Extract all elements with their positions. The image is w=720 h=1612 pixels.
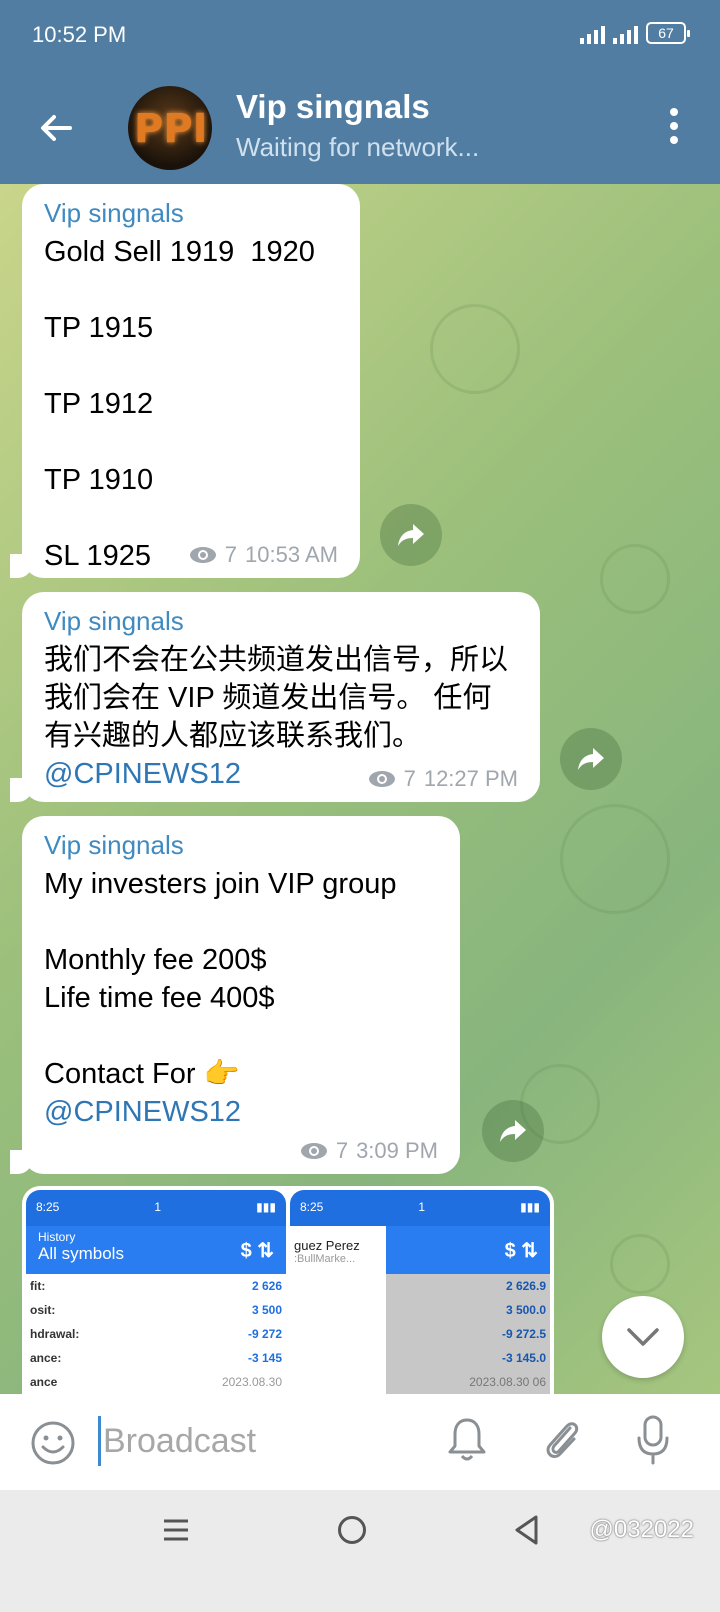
photo-popup-name: guez Perez [294,1238,360,1253]
battery-icon: 67 [646,22,690,44]
photo-title: All symbols [38,1244,124,1263]
photo-time: 8:25 [36,1200,60,1214]
chat-title[interactable]: Vip singnals [236,88,430,126]
message-bubble[interactable]: Vip singnals Gold Sell 1919 1920 TP 1915… [10,184,360,578]
message-text: My investers join VIP group Monthly fee … [44,868,397,1090]
view-count: 7 [335,1138,349,1163]
status-time: 10:52 PM [32,22,127,47]
views-eye-icon [368,771,395,787]
chat-header: PPI Vip singnals Waiting for network... [0,72,720,184]
photo-signal-icon: ▮▮▮ [256,1200,276,1214]
media-album[interactable]: 8:25 1 ▮▮▮ History All symbols $ ⇅ fit: 2… [22,1186,554,1426]
views-eye-icon [189,547,216,563]
message-time: 12:27 PM [423,766,518,791]
scroll-to-bottom-button[interactable] [602,1296,684,1378]
avatar-text: PPI [134,106,208,152]
recent-apps-icon[interactable] [162,1518,190,1542]
bell-icon[interactable] [446,1416,488,1464]
photo-thumbnail[interactable]: 8:25 1 ▮▮▮ $ ⇅ 2 626.9 3 500.0 -9 272.5 … [290,1190,550,1420]
photo-time: 8:25 [300,1200,324,1214]
forward-button[interactable] [380,504,442,566]
broadcast-input[interactable] [98,1416,418,1466]
photo-popup: guez Perez :BullMarke... [290,1226,386,1420]
forward-arrow-icon [398,524,424,546]
back-triangle-icon[interactable] [512,1514,542,1546]
view-count: 7 [224,542,238,567]
message-meta: 7 12:27 PM [368,766,518,792]
view-count: 7 [403,766,416,791]
photo-header: History All symbols $ ⇅ [26,1226,286,1274]
photo-status-bar: 8:25 1 ▮▮▮ [290,1190,550,1226]
photo-pill: 1 [418,1200,426,1214]
forward-arrow-icon [578,748,604,770]
mention-link[interactable]: @CPINEWS12 [44,1093,438,1131]
message-meta: 7 10:53 AM [189,542,338,568]
message-meta: 7 3:09 PM [300,1138,438,1164]
forward-button[interactable] [560,728,622,790]
message-sender[interactable]: Vip singnals [44,830,438,861]
photo-signal-icon: ▮▮▮ [520,1200,540,1214]
background-doodle [600,544,670,614]
watermark: @032022 [589,1516,694,1543]
forward-arrow-icon [500,1120,526,1142]
photo-title-small: History [38,1230,76,1244]
message-time: 10:53 AM [245,542,338,567]
signal-icon [580,22,605,44]
status-icons: 67 [580,22,690,44]
message-time: 3:09 PM [356,1138,438,1163]
back-arrow-icon[interactable] [36,108,76,148]
background-doodle [560,804,670,914]
system-nav-bar: @032022 [0,1490,720,1612]
photo-thumbnail[interactable]: 8:25 1 ▮▮▮ History All symbols $ ⇅ fit: 2… [26,1190,286,1420]
photo-header-icons: $ ⇅ [504,1240,538,1262]
microphone-icon[interactable] [636,1414,670,1466]
views-eye-icon [300,1143,327,1159]
message-bubble[interactable]: Vip singnals My investers join VIP group… [10,816,460,1174]
forward-button[interactable] [482,1100,544,1162]
photo-row: ance 2023.08.30 [30,1375,282,1389]
chevron-down-icon [627,1328,659,1346]
home-icon[interactable] [338,1516,366,1544]
more-menu-icon[interactable] [668,108,680,148]
photo-pill: 1 [154,1200,162,1214]
message-bubble[interactable]: Vip singnals 我们不会在公共频道发出信号，所以我们会在 VIP 频道… [10,592,540,802]
photo-row: hdrawal: -9 272 [30,1327,282,1341]
chat-status: Waiting for network... [236,132,480,162]
status-bar: 10:52 PM 67 [0,0,720,72]
photo-row: fit: 2 626 [30,1279,282,1293]
photo-status-bar: 8:25 1 ▮▮▮ [26,1190,286,1226]
background-doodle [430,304,520,394]
photo-row: ance: -3 145 [30,1351,282,1365]
signal-icon-2 [613,22,638,44]
emoji-icon[interactable] [30,1420,76,1466]
paperclip-icon[interactable] [540,1416,584,1464]
photo-popup-sub: :BullMarke... [294,1253,356,1265]
message-sender[interactable]: Vip singnals [44,606,518,637]
channel-avatar[interactable]: PPI [128,86,212,170]
message-sender[interactable]: Vip singnals [44,198,338,229]
background-doodle [610,1234,670,1294]
message-text: 我们不会在公共频道发出信号，所以我们会在 VIP 频道发出信号。 任何有兴趣的人… [44,644,509,752]
photo-row: osit: 3 500 [30,1303,282,1317]
message-text: Gold Sell 1919 1920 TP 1915 TP 1912 TP 1… [44,236,315,572]
photo-header-icons: $ ⇅ [240,1240,274,1262]
message-composer [0,1394,720,1490]
